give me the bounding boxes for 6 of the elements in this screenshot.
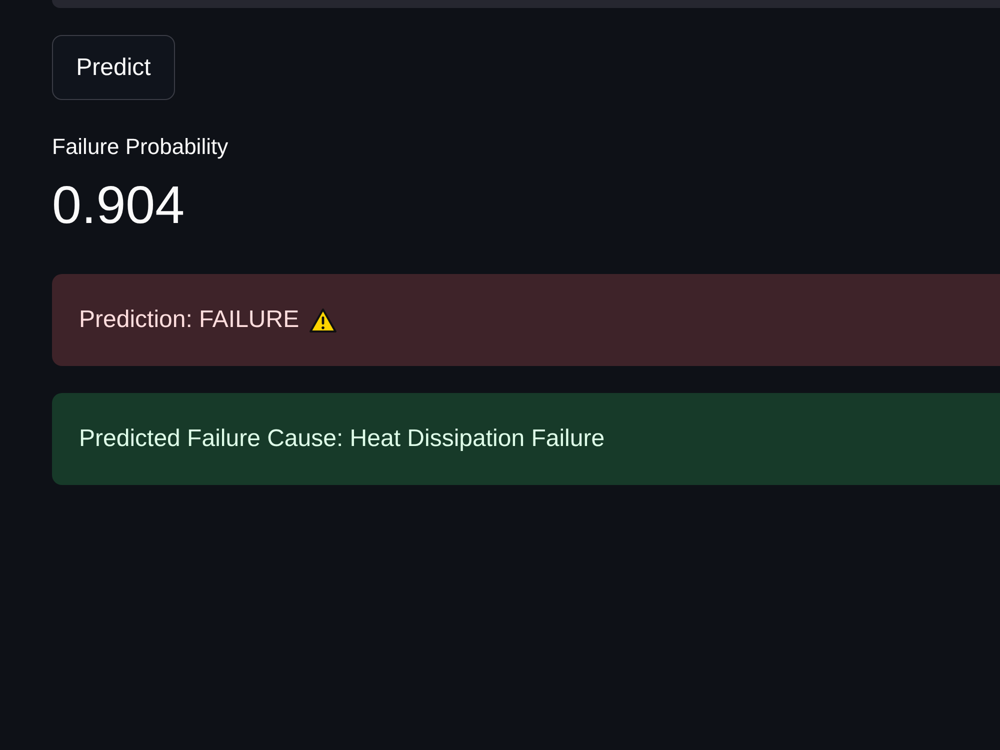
- metric-value: 0.904: [52, 176, 185, 236]
- alert-message: Predicted Failure Cause: Heat Dissipation Failure: [79, 424, 605, 454]
- metric-label: Failure Probability: [52, 134, 228, 160]
- input-field[interactable]: [52, 0, 1000, 8]
- alert-message: Prediction: FAILURE: [79, 305, 300, 335]
- predict-button[interactable]: Predict: [52, 35, 175, 100]
